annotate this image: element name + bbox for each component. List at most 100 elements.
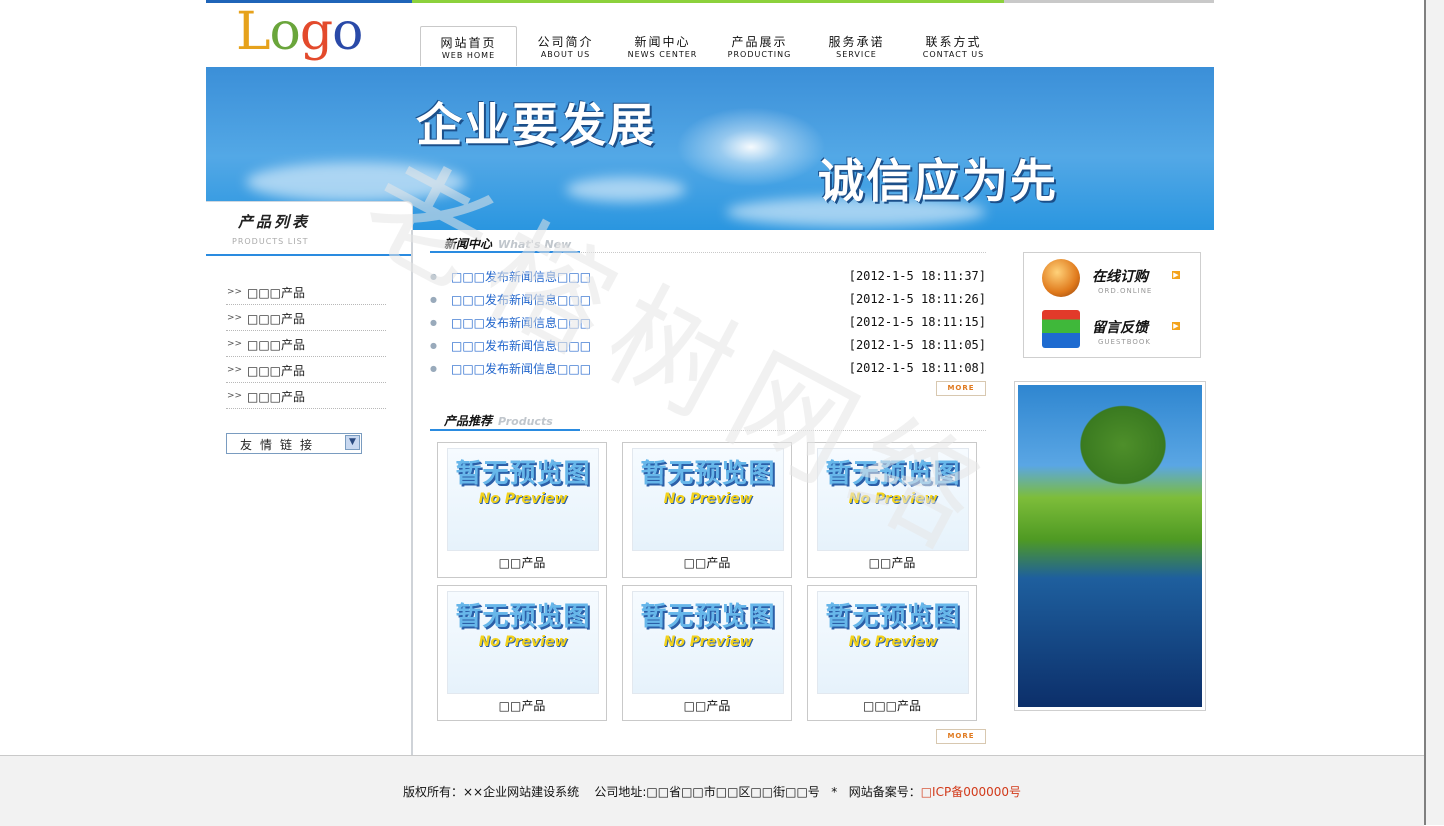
product-thumbnail[interactable]: 暂无预览图 No Preview	[632, 448, 784, 551]
product-name[interactable]: □□产品	[438, 697, 606, 714]
no-preview-text: 暂无预览图	[825, 459, 961, 489]
nav-products[interactable]: 产品展示 PRODUCTING	[711, 26, 808, 66]
nav-label: 联系方式	[925, 35, 982, 49]
nav-news[interactable]: 新闻中心 NEWS CENTER	[614, 26, 711, 66]
banner-sun	[676, 107, 826, 187]
footer: 版权所有：××企业网站建设系统 公司地址:□□省□□市□□区□□街□□号 * 网…	[0, 755, 1424, 826]
product-card[interactable]: 暂无预览图 No Preview □□产品	[622, 585, 792, 721]
quick-links-box: 在线订购 ORD.ONLINE ▶ 留言反馈 GUESTBOOK ▶	[1023, 252, 1201, 358]
ad-image[interactable]	[1014, 381, 1206, 711]
nav-sublabel: SERVICE	[836, 50, 877, 59]
product-name[interactable]: □□产品	[623, 554, 791, 571]
logo-letter: o	[269, 2, 301, 62]
banner-cloud	[246, 162, 466, 202]
product-name[interactable]: □□产品	[438, 554, 606, 571]
news-list: ● □□□发布新闻信息□□□ [2012-1-5 18:11:37] ● □□□发布新…	[430, 266, 988, 381]
list-item: ● □□□发布新闻信息□□□ [2012-1-5 18:11:26]	[430, 289, 988, 312]
product-thumbnail[interactable]: 暂无预览图 No Preview	[817, 591, 969, 694]
product-card[interactable]: 暂无预览图 No Preview □□产品	[437, 442, 607, 578]
product-link[interactable]: □□□产品	[247, 336, 305, 353]
logo[interactable]: Logo	[236, 2, 363, 62]
nav-about[interactable]: 公司简介 ABOUT US	[517, 26, 614, 66]
news-title: 新闻中心	[444, 237, 493, 251]
product-list-header: 产品列表 PRODUCTS LIST	[206, 201, 413, 257]
no-preview-subtext: No Preview	[663, 634, 753, 650]
arrow-icon: >>	[227, 365, 243, 375]
globe-icon	[1042, 259, 1080, 297]
product-card[interactable]: 暂无预览图 No Preview □□产品	[622, 442, 792, 578]
product-name[interactable]: □□产品	[623, 697, 791, 714]
product-card[interactable]: 暂无预览图 No Preview □□□产品	[807, 585, 977, 721]
order-online-link[interactable]: 在线订购 ORD.ONLINE ▶	[1024, 255, 1200, 303]
product-card[interactable]: 暂无预览图 No Preview □□产品	[437, 585, 607, 721]
list-item[interactable]: >> □□□产品	[226, 358, 386, 383]
nav-label: 新闻中心	[634, 35, 691, 49]
friend-links-select[interactable]: 友情链接 ▼	[226, 433, 362, 454]
news-link[interactable]: □□□发布新闻信息□□□	[451, 360, 591, 377]
nav-service[interactable]: 服务承诺 SERVICE	[808, 26, 905, 66]
no-preview-subtext: No Preview	[663, 491, 753, 507]
nav-sublabel: WEB HOME	[441, 51, 496, 60]
address-text: 公司地址:□□省□□市□□区□□街□□号	[594, 785, 820, 799]
news-date: [2012-1-5 18:11:08]	[848, 361, 986, 375]
product-link[interactable]: □□□产品	[247, 310, 305, 327]
nav-sublabel: PRODUCTING	[727, 50, 792, 59]
arrow-icon: >>	[227, 339, 243, 349]
news-link[interactable]: □□□发布新闻信息□□□	[451, 268, 591, 285]
no-preview-text: 暂无预览图	[455, 459, 591, 489]
product-link[interactable]: □□□产品	[247, 388, 305, 405]
list-item[interactable]: >> □□□产品	[226, 280, 386, 305]
guestbook-link[interactable]: 留言反馈 GUESTBOOK ▶	[1024, 306, 1200, 354]
product-thumbnail[interactable]: 暂无预览图 No Preview	[632, 591, 784, 694]
banner-cloud	[566, 177, 686, 202]
footer-text: 版权所有：××企业网站建设系统 公司地址:□□省□□市□□区□□街□□号 * 网…	[0, 783, 1424, 800]
list-item[interactable]: >> □□□产品	[226, 332, 386, 357]
guestbook-label: 留言反馈	[1092, 320, 1148, 336]
guestbook-sublabel: GUESTBOOK	[1098, 338, 1151, 346]
product-thumbnail[interactable]: 暂无预览图 No Preview	[447, 448, 599, 551]
no-preview-text: 暂无预览图	[825, 602, 961, 632]
nav-sublabel: ABOUT US	[540, 50, 591, 59]
bullet-icon: ●	[430, 318, 437, 327]
order-online-sublabel: ORD.ONLINE	[1098, 287, 1153, 295]
icp-link[interactable]: □ICP备000000号	[921, 785, 1021, 799]
main-nav: 网站首页 WEB HOME 公司简介 ABOUT US 新闻中心 NEWS CE…	[420, 26, 1002, 67]
separator: *	[831, 785, 838, 799]
product-list-subtitle: PRODUCTS LIST	[232, 237, 309, 246]
product-card[interactable]: 暂无预览图 No Preview □□产品	[807, 442, 977, 578]
product-thumbnail[interactable]: 暂无预览图 No Preview	[447, 591, 599, 694]
products-title: 产品推荐	[444, 414, 493, 428]
products-more-button[interactable]: MORE	[936, 729, 986, 744]
logo-letter: L	[236, 2, 271, 62]
logo-letter: o	[332, 2, 363, 62]
logo-letter: g	[299, 2, 333, 62]
product-name[interactable]: □□□产品	[808, 697, 976, 714]
product-list-title: 产品列表	[238, 213, 311, 231]
arrow-icon: >>	[227, 391, 243, 401]
arrow-right-icon: ▶	[1172, 271, 1180, 279]
list-item: ● □□□发布新闻信息□□□ [2012-1-5 18:11:37]	[430, 266, 988, 289]
news-link[interactable]: □□□发布新闻信息□□□	[451, 314, 591, 331]
product-link[interactable]: □□□产品	[247, 362, 305, 379]
no-preview-subtext: No Preview	[848, 634, 938, 650]
nav-sublabel: CONTACT US	[922, 50, 985, 59]
select-value: 友情链接	[240, 438, 321, 452]
nav-home[interactable]: 网站首页 WEB HOME	[420, 26, 517, 66]
no-preview-subtext: No Preview	[848, 491, 938, 507]
list-item[interactable]: >> □□□产品	[226, 306, 386, 331]
list-item[interactable]: >> □□□产品	[226, 384, 386, 409]
nav-contact[interactable]: 联系方式 CONTACT US	[905, 26, 1002, 66]
chevron-down-icon[interactable]: ▼	[345, 435, 360, 450]
nav-sublabel: NEWS CENTER	[627, 50, 698, 59]
page: Logo 网站首页 WEB HOME 公司简介 ABOUT US 新闻中心 NE…	[206, 0, 1214, 755]
product-name[interactable]: □□产品	[808, 554, 976, 571]
product-link[interactable]: □□□产品	[247, 284, 305, 301]
product-thumbnail[interactable]: 暂无预览图 No Preview	[817, 448, 969, 551]
news-more-button[interactable]: MORE	[936, 381, 986, 396]
nav-label: 公司简介	[537, 35, 594, 49]
news-link[interactable]: □□□发布新闻信息□□□	[451, 337, 591, 354]
news-section-header: 新闻中心 What's New	[444, 235, 571, 252]
scrollbar[interactable]	[1424, 0, 1444, 825]
bullet-icon: ●	[430, 341, 437, 350]
news-link[interactable]: □□□发布新闻信息□□□	[451, 291, 591, 308]
